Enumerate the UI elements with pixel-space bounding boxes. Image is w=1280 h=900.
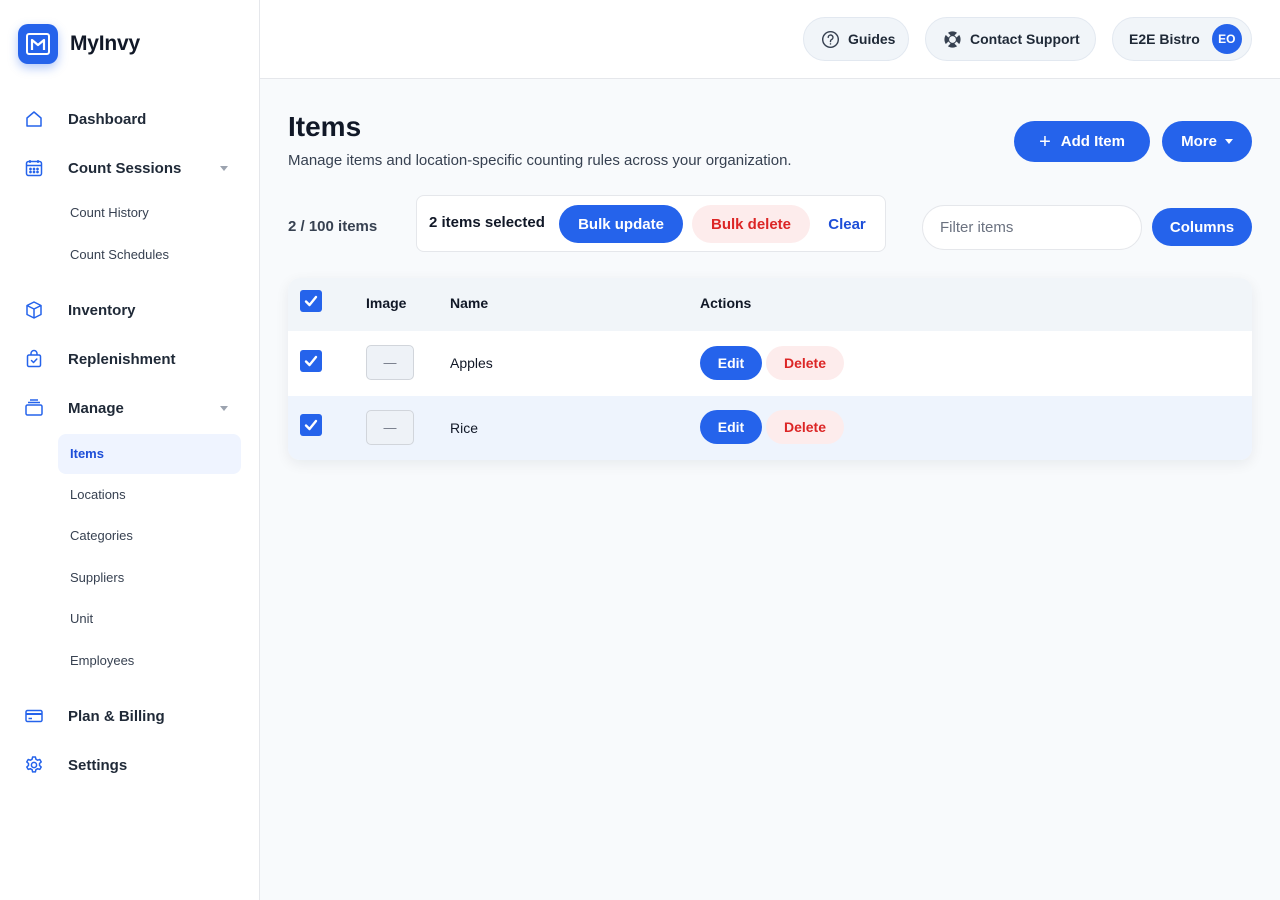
sidebar-item-count-sessions[interactable]: Count Sessions <box>24 156 236 180</box>
page-title: Items <box>288 111 362 142</box>
column-header-name[interactable]: Name <box>450 295 488 311</box>
column-header-actions: Actions <box>700 295 752 311</box>
item-name: Apples <box>450 355 493 371</box>
logo-icon <box>18 24 58 64</box>
check-icon <box>304 419 318 431</box>
topbar: Guides Contact Support E2E Bistro EO <box>260 0 1280 79</box>
table-header: Image Name Actions <box>288 278 1252 331</box>
avatar: EO <box>1211 24 1242 54</box>
check-icon <box>304 355 318 367</box>
bulk-actions-bar: 2 items selected Bulk update Bulk delete… <box>416 195 886 252</box>
guides-button[interactable]: Guides <box>803 17 909 61</box>
selected-text: items selected <box>437 214 545 231</box>
sidebar-label: Count Sessions <box>68 159 182 177</box>
brand[interactable]: MyInvy <box>18 24 140 64</box>
sidebar: MyInvy Dashboard Count Sessions Count Hi… <box>0 0 260 900</box>
item-image-placeholder: — <box>366 345 414 380</box>
layers-icon <box>24 398 44 418</box>
check-icon <box>304 295 318 307</box>
sidebar-item-settings[interactable]: Settings <box>24 753 236 777</box>
sidebar-item-plan-billing[interactable]: Plan & Billing <box>24 704 236 728</box>
box-icon <box>24 300 44 320</box>
sidebar-item-inventory[interactable]: Inventory <box>24 298 236 322</box>
edit-button[interactable]: Edit <box>700 410 762 444</box>
sidebar-item-items[interactable]: Items <box>58 434 241 474</box>
delete-button[interactable]: Delete <box>766 346 844 380</box>
sidebar-item-employees[interactable]: Employees <box>58 641 241 681</box>
sidebar-item-count-history[interactable]: Count History <box>58 193 241 233</box>
sidebar-item-dashboard[interactable]: Dashboard <box>24 107 236 131</box>
selection-summary: 2 items selected <box>429 214 545 231</box>
row-checkbox[interactable] <box>300 350 322 372</box>
row-checkbox[interactable] <box>300 414 322 436</box>
sidebar-item-suppliers[interactable]: Suppliers <box>58 558 241 598</box>
calendar-icon <box>24 158 44 178</box>
table-row[interactable]: — Rice Edit Delete <box>288 396 1252 460</box>
delete-button[interactable]: Delete <box>766 410 844 444</box>
shopping-bag-icon <box>24 349 44 369</box>
item-count: 2 / 100 items <box>288 218 378 235</box>
contact-support-button[interactable]: Contact Support <box>925 17 1096 61</box>
more-label: More <box>1181 133 1217 150</box>
sidebar-item-unit[interactable]: Unit <box>58 599 241 639</box>
contact-support-label: Contact Support <box>970 31 1080 47</box>
credit-card-icon <box>24 706 44 726</box>
gear-icon <box>24 755 44 775</box>
sidebar-item-count-schedules[interactable]: Count Schedules <box>58 235 241 275</box>
columns-button[interactable]: Columns <box>1152 208 1252 246</box>
edit-button[interactable]: Edit <box>700 346 762 380</box>
sidebar-item-categories[interactable]: Categories <box>58 516 241 556</box>
add-item-label: Add Item <box>1060 133 1125 150</box>
chevron-down-icon <box>220 406 228 411</box>
sidebar-label: Replenishment <box>68 350 176 368</box>
chevron-down-icon <box>220 166 228 171</box>
item-image-placeholder: — <box>366 410 414 445</box>
add-item-button[interactable]: + Add Item <box>1014 121 1150 162</box>
sidebar-label: Plan & Billing <box>68 707 165 725</box>
more-button[interactable]: More <box>1162 121 1252 162</box>
life-buoy-icon <box>942 29 962 49</box>
bulk-delete-button[interactable]: Bulk delete <box>692 205 810 243</box>
caret-down-icon <box>1224 139 1233 144</box>
organization-menu[interactable]: E2E Bistro EO <box>1112 17 1252 61</box>
sidebar-item-replenishment[interactable]: Replenishment <box>24 347 236 371</box>
sidebar-label: Manage <box>68 399 124 417</box>
page-subtitle: Manage items and location-specific count… <box>288 152 792 169</box>
sidebar-label: Settings <box>68 756 128 774</box>
item-name: Rice <box>450 420 479 436</box>
filter-items-input[interactable] <box>922 205 1142 250</box>
clear-selection-button[interactable]: Clear <box>819 205 875 243</box>
plus-icon: + <box>1039 130 1051 153</box>
home-icon <box>24 109 44 129</box>
select-all-checkbox[interactable] <box>300 290 322 312</box>
items-table: Image Name Actions — Apples Edit Delete … <box>288 278 1252 460</box>
table-row[interactable]: — Apples Edit Delete <box>288 331 1252 395</box>
guides-label: Guides <box>848 31 896 47</box>
sidebar-label: Dashboard <box>68 110 147 128</box>
org-name: E2E Bistro <box>1129 31 1200 47</box>
column-header-image[interactable]: Image <box>366 295 406 311</box>
sidebar-item-locations[interactable]: Locations <box>58 475 241 515</box>
brand-name: MyInvy <box>70 32 140 55</box>
help-circle-icon <box>820 29 840 49</box>
sidebar-label: Inventory <box>68 301 136 319</box>
bulk-update-button[interactable]: Bulk update <box>559 205 683 243</box>
sidebar-item-manage[interactable]: Manage <box>24 396 236 420</box>
